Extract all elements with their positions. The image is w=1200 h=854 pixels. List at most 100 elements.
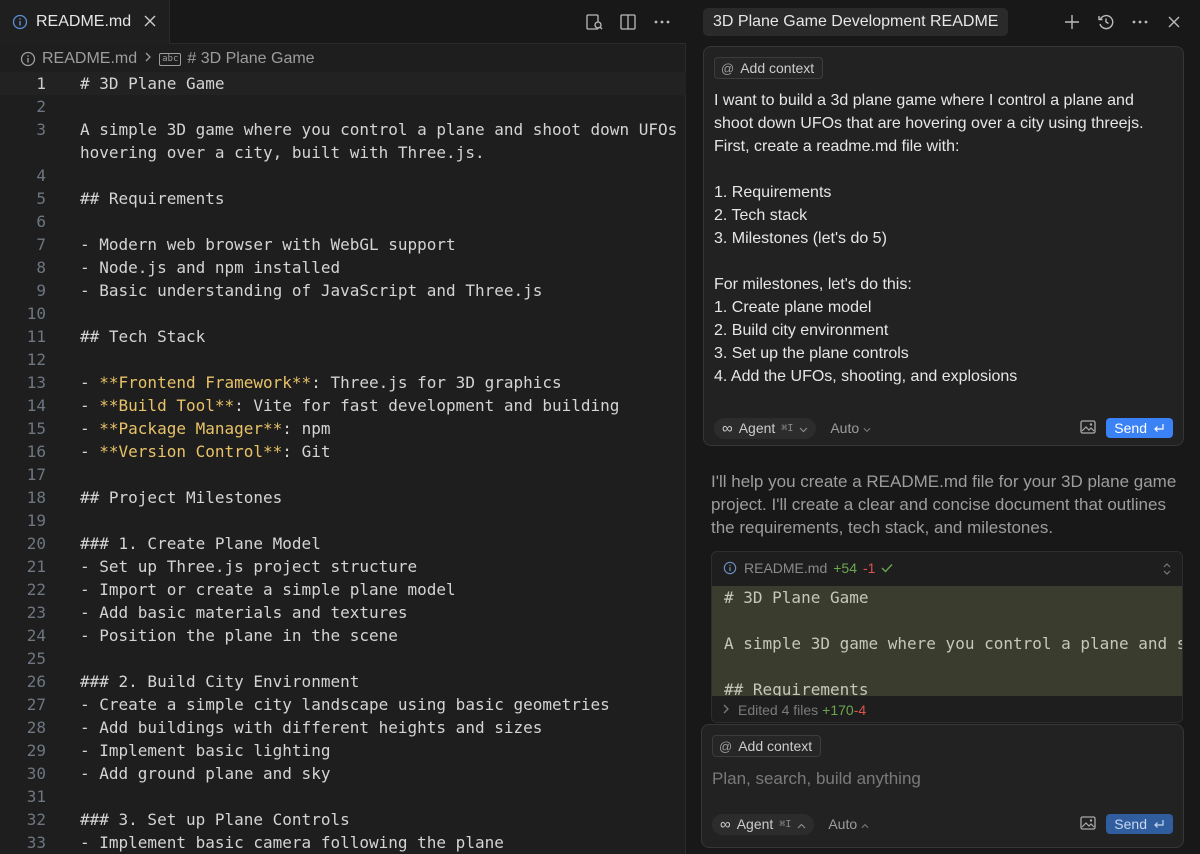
code-line[interactable]: hovering over a city, built with Three.j… [0,141,686,164]
code-line[interactable]: 3 A simple 3D game where you control a pl… [0,118,686,141]
breadcrumb-file[interactable]: README.md [42,50,137,68]
code-line[interactable]: 15 - **Package Manager**: npm [0,417,686,440]
chat-title[interactable]: 3D Plane Game Development README [703,8,1009,36]
diff-header: README.md +54 -1 [722,560,893,576]
code-line[interactable]: 33 - Implement basic camera following the… [0,831,686,854]
code-line[interactable]: 5 ## Requirements [0,187,686,210]
line-text: ## Tech Stack [80,327,206,346]
image-icon[interactable] [1080,815,1096,833]
code-line[interactable]: 1 # 3D Plane Game [0,72,686,95]
line-text: - **Build Tool**: Vite for fast developm… [80,396,620,415]
code-line[interactable]: 24 - Position the plane in the scene [0,624,686,647]
line-number: 21 [26,557,46,576]
at-icon: @ [719,738,733,754]
code-line[interactable]: 32 ### 3. Set up Plane Controls [0,808,686,831]
expand-collapse-icon[interactable] [1162,562,1172,581]
add-context-button[interactable]: @ Add context [712,735,822,757]
history-icon[interactable] [1096,12,1116,32]
close-icon[interactable] [141,12,159,30]
line-number: 7 [36,235,46,254]
edited-added-count: +170 [822,702,854,718]
line-number: 31 [26,787,46,806]
image-icon[interactable] [1080,419,1096,437]
user-message-box[interactable]: @ Add context I want to build a 3d plane… [703,46,1184,446]
check-icon [881,560,893,576]
code-line[interactable]: 28 - Add buildings with different heights… [0,716,686,739]
composer-footer: ∞ Agent ⌘I Auto Send [714,416,1173,440]
line-number: 12 [26,350,46,369]
send-button[interactable]: Send [1106,418,1173,438]
code-line[interactable]: 10 [0,302,686,325]
edited-files-bar[interactable]: Edited 4 files +170 -4 [712,696,1182,722]
code-line[interactable]: 19 [0,509,686,532]
line-number: 29 [26,741,46,760]
send-button[interactable]: Send [1106,814,1173,834]
line-text: - Implement basic lighting [80,741,331,760]
agent-mode-selector[interactable]: ∞ Agent ⌘I [712,813,815,835]
line-number: 26 [26,672,46,691]
code-line[interactable]: 21 - Set up Three.js project structure [0,555,686,578]
code-line[interactable]: 2 [0,95,686,118]
code-line[interactable]: 26 ### 2. Build City Environment [0,670,686,693]
line-text: - Add ground plane and sky [80,764,331,783]
line-number: 15 [26,419,46,438]
code-line[interactable]: 12 [0,348,686,371]
code-line[interactable]: 23 - Add basic materials and textures [0,601,686,624]
tab-label: README.md [36,13,132,30]
model-selector[interactable]: Auto [830,420,871,436]
split-editor-icon[interactable] [618,12,638,32]
code-line[interactable]: 18 ## Project Milestones [0,486,686,509]
code-line[interactable]: 14 - **Build Tool**: Vite for fast develo… [0,394,686,417]
line-text: - Set up Three.js project structure [80,557,418,576]
code-line[interactable]: 17 [0,463,686,486]
chat-input-placeholder[interactable]: Plan, search, build anything [712,769,921,789]
add-context-label: Add context [738,738,813,754]
code-line[interactable]: 8 - Node.js and npm installed [0,256,686,279]
code-line[interactable]: 20 ### 1. Create Plane Model [0,532,686,555]
line-text: - **Package Manager**: npm [80,419,331,438]
agent-mode-selector[interactable]: ∞ Agent ⌘I [714,417,817,439]
code-line[interactable]: 22 - Import or create a simple plane mode… [0,578,686,601]
code-line[interactable]: 25 [0,647,686,670]
code-line[interactable]: 7 - Modern web browser with WebGL support [0,233,686,256]
code-line[interactable]: 9 - Basic understanding of JavaScript and… [0,279,686,302]
code-line[interactable]: 4 [0,164,686,187]
code-line[interactable]: 6 [0,210,686,233]
tab-readme[interactable]: README.md [0,0,170,44]
editor-pane: README.md README.md abc # 3D Plane Game [0,0,686,854]
agent-shortcut: ⌘I [779,818,792,830]
symbol-string-icon: abc [159,52,182,66]
code-editor[interactable]: 1 # 3D Plane Game 2 3 A simple 3D game where… [0,72,686,854]
close-icon[interactable] [1164,12,1184,32]
code-line[interactable]: 29 - Implement basic lighting [0,739,686,762]
code-line[interactable]: 11 ## Tech Stack [0,325,686,348]
agent-label: Agent [736,816,774,832]
code-line[interactable]: 30 - Add ground plane and sky [0,762,686,785]
code-diff-card[interactable]: README.md +54 -1 # 3D Plane Game A simple… [711,551,1183,723]
model-selector[interactable]: Auto [828,816,869,832]
line-number: 11 [26,327,46,346]
agent-label: Agent [738,420,776,436]
line-number: 13 [26,373,46,392]
open-preview-icon[interactable] [584,12,604,32]
code-line[interactable]: 27 - Create a simple city landscape using… [0,693,686,716]
add-context-button[interactable]: @ Add context [714,57,824,79]
editor-tab-bar: README.md [0,0,686,44]
line-number: 33 [26,833,46,852]
line-text: - **Version Control**: Git [80,442,331,461]
chat-input-box[interactable]: @ Add context Plan, search, build anythi… [701,724,1184,848]
line-number: 17 [26,465,46,484]
code-line[interactable]: 31 [0,785,686,808]
chevron-right-icon [722,702,730,718]
line-text: - Implement basic camera following the p… [80,833,504,852]
code-line[interactable]: 13 - **Frontend Framework**: Three.js for… [0,371,686,394]
more-actions-icon[interactable] [652,12,672,32]
new-chat-icon[interactable] [1062,12,1082,32]
breadcrumb-symbol[interactable]: # 3D Plane Game [187,50,314,68]
line-number: 9 [36,281,46,300]
chat-header: 3D Plane Game Development README [687,0,1200,44]
line-text: - Node.js and npm installed [80,258,341,277]
more-actions-icon[interactable] [1130,12,1150,32]
code-line[interactable]: 16 - **Version Control**: Git [0,440,686,463]
line-text: ## Requirements [80,189,225,208]
